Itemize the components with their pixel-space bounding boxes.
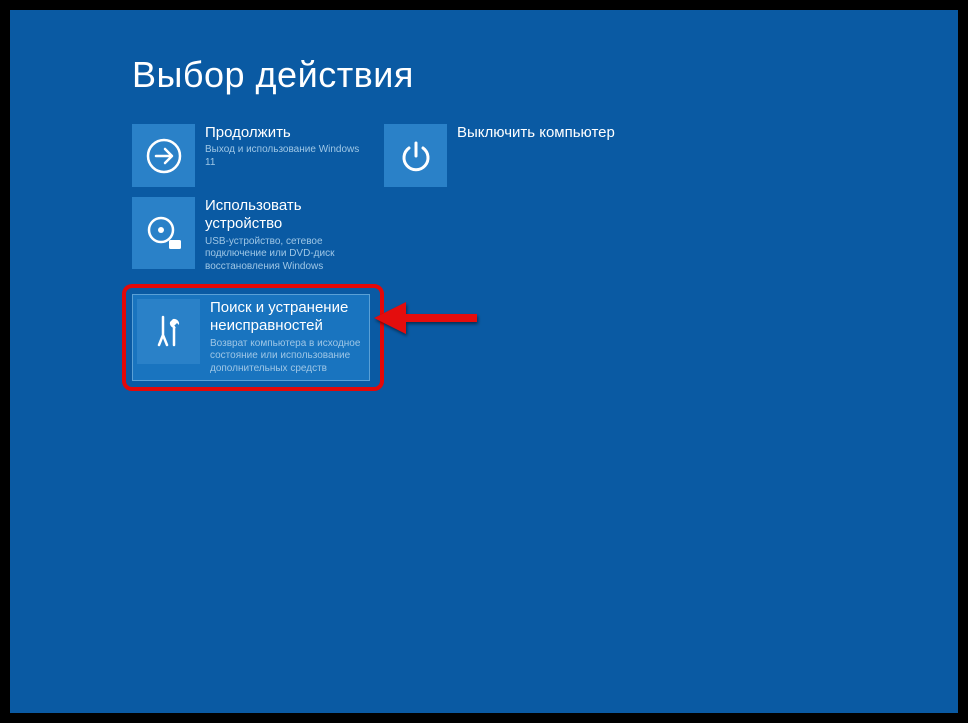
tile-row: Использовать устройство USB-устройство, … [132,197,958,274]
use-device-tile[interactable]: Использовать устройство USB-устройство, … [132,197,370,274]
highlight-annotation: Поиск и устранение неисправностей Возвра… [122,284,384,391]
tile-text: Выключить компьютер [457,124,615,144]
continue-tile[interactable]: Продолжить Выход и использование Windows… [132,124,370,187]
tile-title: Выключить компьютер [457,124,615,142]
tile-text: Поиск и устранение неисправностей Возвра… [210,299,365,376]
tile-grid: Продолжить Выход и использование Windows… [132,124,958,391]
tile-desc: Выход и использование Windows 11 [205,144,370,170]
winre-choose-action-screen: Выбор действия Продолжить Выход и исполь… [10,10,958,713]
tile-title: Продолжить [205,124,370,142]
tile-title: Использовать устройство [205,197,370,234]
page-title: Выбор действия [132,54,958,96]
shutdown-tile[interactable]: Выключить компьютер [384,124,622,187]
tile-text: Использовать устройство USB-устройство, … [205,197,370,274]
troubleshoot-tile[interactable]: Поиск и устранение неисправностей Возвра… [132,294,370,381]
tile-desc: Возврат компьютера в исходное состояние … [210,338,365,376]
tools-icon [137,299,200,364]
disc-icon [132,197,195,269]
tile-text: Продолжить Выход и использование Windows… [205,124,370,170]
tile-title: Поиск и устранение неисправностей [210,299,365,336]
tile-row: Продолжить Выход и использование Windows… [132,124,958,187]
continue-arrow-icon [132,124,195,187]
power-icon [384,124,447,187]
tile-row: Поиск и устранение неисправностей Возвра… [132,284,958,391]
tile-desc: USB-устройство, сетевое подключение или … [205,236,370,274]
